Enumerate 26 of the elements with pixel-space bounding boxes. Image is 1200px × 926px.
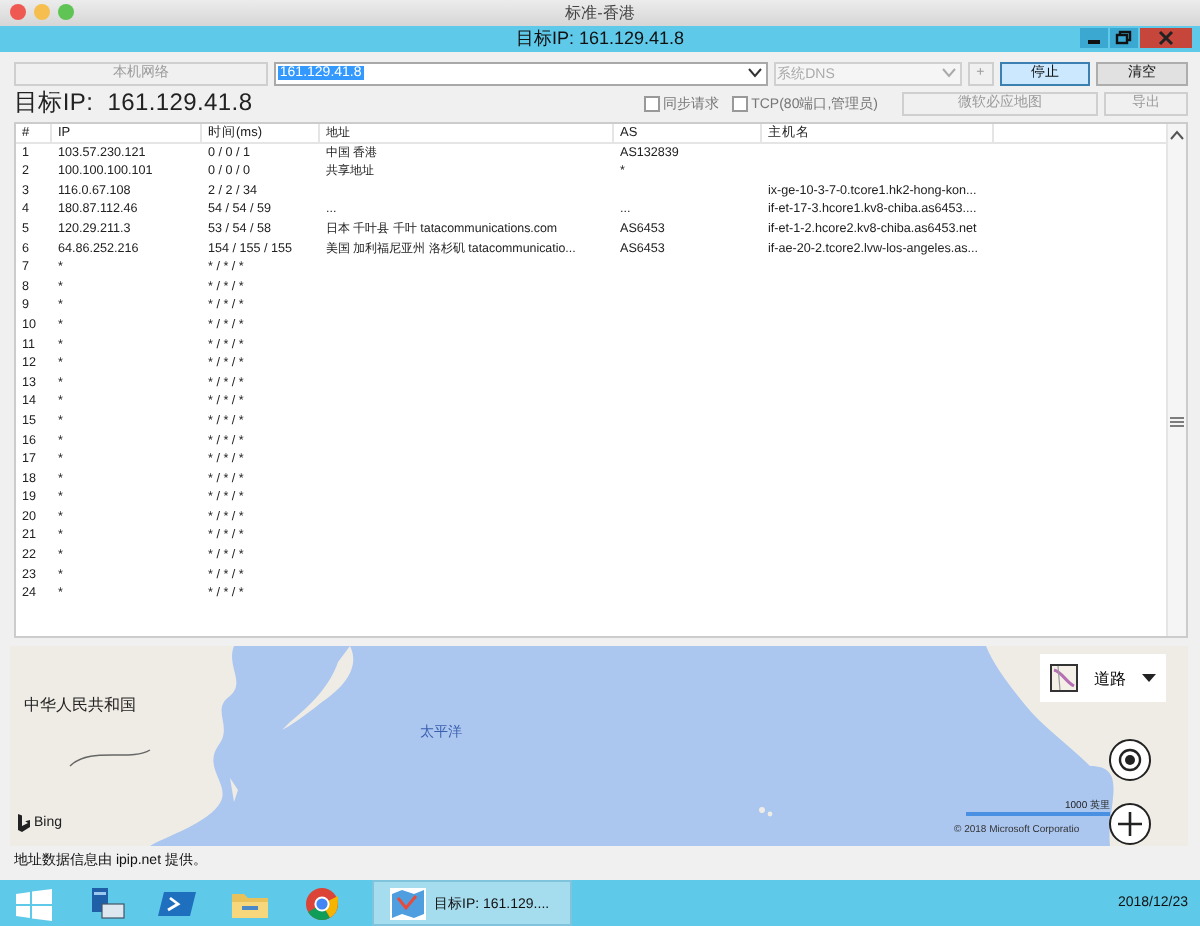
browser-icon[interactable] [300,885,344,921]
dropdown-icon [747,68,762,78]
dropdown-icon [941,68,956,78]
road-map-icon [1050,664,1078,692]
locate-button[interactable] [1108,738,1152,782]
close-button[interactable] [1140,28,1192,48]
map-icon [390,887,426,919]
checkbox[interactable] [643,95,660,111]
minimize-button[interactable] [1080,28,1108,48]
window-title: 标准-香港 [565,2,635,24]
close-button[interactable] [10,4,26,20]
scroll-grip-icon [1170,416,1184,428]
bing-logo-icon [18,814,30,832]
zoom-in-button[interactable] [1108,802,1152,846]
target-heading: 目标IP: 161.129.41.8 [14,86,253,120]
checkbox[interactable] [731,95,748,111]
app-title: 目标IP: 161.129.41.8 [515,26,685,52]
windows-start-icon[interactable] [12,885,56,921]
scrollbar[interactable] [1166,124,1186,636]
country-label: 中华人民共和国 [24,694,136,716]
scroll-up-icon [1170,130,1184,140]
scale-bar [966,812,1110,816]
zoom-button[interactable] [58,4,74,20]
restore-button[interactable] [1110,28,1138,48]
dropdown-icon [1142,674,1156,682]
road-layer-button[interactable]: 道路 [1040,654,1166,702]
